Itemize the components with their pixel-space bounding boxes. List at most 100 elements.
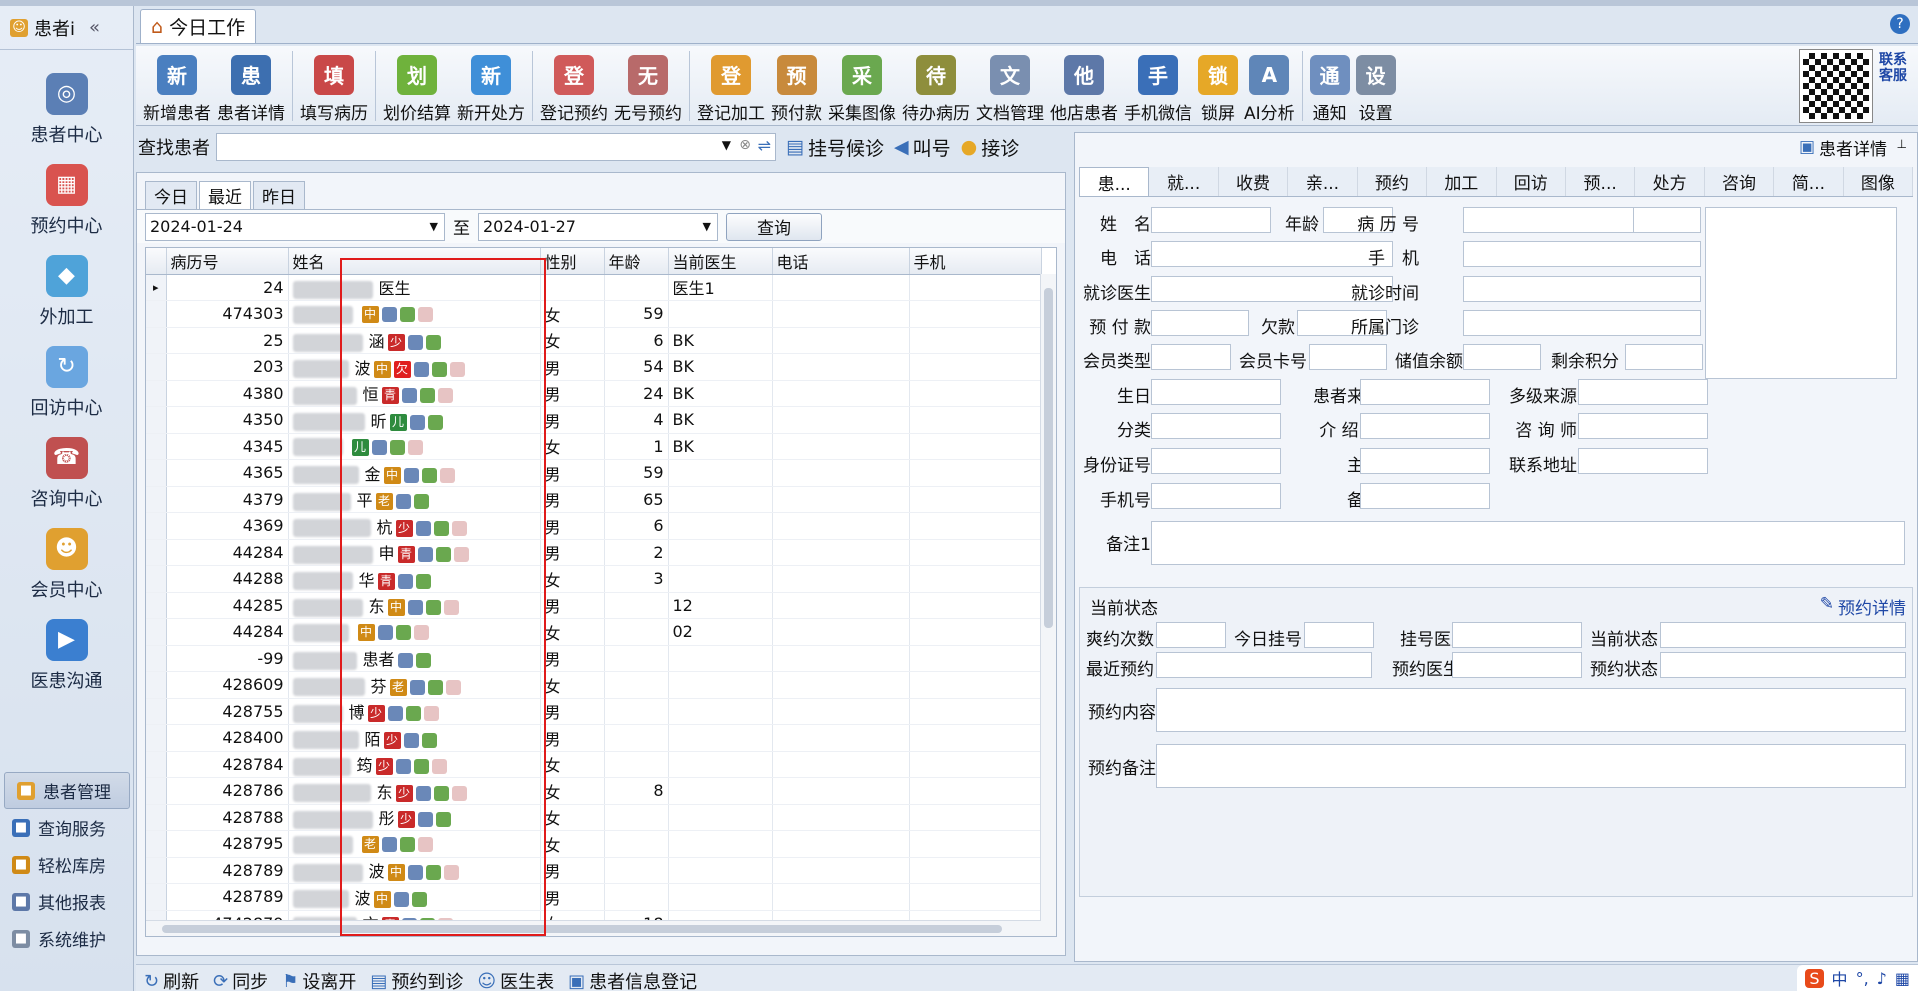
id-card-field[interactable] [1151,448,1281,474]
member-type-field[interactable] [1151,344,1231,370]
date-to-input[interactable]: 2024-01-27 ▼ [478,212,718,241]
table-row[interactable]: 474303 中女 59 [146,300,1042,328]
action-1[interactable]: ⟳ 同步 [213,968,268,991]
appt-doctor-field[interactable] [1452,652,1582,678]
call-button[interactable]: ◀ 叫号 [894,134,951,161]
recent-field[interactable] [1156,652,1372,678]
ime-toolbar[interactable]: S 中 °, ♪ ▦ [1797,965,1918,991]
detail-tab[interactable]: 收费 [1218,167,1289,196]
row-header[interactable] [146,883,167,911]
row-header[interactable] [146,830,167,858]
column-header[interactable]: 当前医生 [668,248,773,275]
address-field[interactable] [1578,448,1708,474]
toolbar-button[interactable]: A AI分析 [1241,48,1298,124]
consultant-field[interactable] [1578,413,1708,439]
tab-0[interactable]: 今日 [145,181,197,209]
row-header[interactable] [146,777,167,805]
tab-today-work[interactable]: ⌂ 今日工作 [140,9,257,43]
toolbar-button[interactable]: 锁锁屏 [1195,48,1241,124]
detail-tab[interactable]: 加工 [1427,167,1497,196]
toolbar-button[interactable]: 采采集图像 [825,48,899,124]
sidebar-module[interactable]: ■ 查询服务 [0,809,134,846]
row-header[interactable] [146,406,167,434]
row-header[interactable]: ▸ [146,274,167,301]
appt-status-field[interactable] [1660,652,1906,678]
scroll-thumb[interactable] [1044,288,1053,628]
queue-button[interactable]: ▤ 挂号候诊 [786,134,884,161]
row-header[interactable] [146,645,167,672]
sidebar-item[interactable]: ▶ 医患沟通 [0,610,133,701]
stored-balance-field[interactable] [1463,344,1541,370]
action-3[interactable]: ▤ 预约到诊 [370,968,463,991]
sex-field[interactable] [1633,207,1701,233]
table-row[interactable]: 4345 儿女 1 BK [146,433,1042,460]
toolbar-button[interactable]: 登登记预约 [537,48,611,124]
row-header[interactable] [146,592,167,619]
table-row[interactable]: 428795 老女 [146,830,1042,858]
sidebar-item[interactable]: ◆ 外加工 [0,246,133,337]
sidebar-module[interactable]: ■ 轻松库房 [0,846,134,883]
toolbar-button[interactable]: 新新开处方 [454,48,528,124]
search-input[interactable]: ▼ ⊗ ⇌ [216,133,776,161]
row-header[interactable] [146,724,167,752]
toolbar-button[interactable]: 文文档管理 [973,48,1047,124]
table-row[interactable]: 428788 彤少女 [146,804,1042,831]
row-header[interactable] [146,857,167,884]
table-row[interactable]: 4380 恒青男 24 BK [146,380,1042,407]
table-row[interactable]: 44284 申青男 2 [146,539,1042,566]
toolbar-button[interactable]: 登登记加工 [694,48,768,124]
detail-tab[interactable]: 咨询 [1704,167,1775,196]
grid-vertical-scrollbar[interactable] [1040,274,1056,936]
column-header[interactable]: 性别 [540,248,605,275]
action-4[interactable]: ☺ 医生表 [477,968,554,991]
toolbar-button[interactable]: 预预付款 [768,48,825,124]
chevron-down-icon[interactable]: ▼ [430,220,438,233]
row-header[interactable] [146,698,167,725]
mobile-no-field[interactable] [1151,483,1281,509]
toolbar-button[interactable]: 新新增患者 [140,48,214,124]
table-row[interactable]: 4350 昕儿男 4 BK [146,406,1042,434]
date-from-input[interactable]: 2024-01-24 ▼ [145,212,445,241]
row-header[interactable] [146,539,167,566]
table-row[interactable]: 44284 中女 02 [146,618,1042,646]
content-field[interactable] [1156,688,1906,732]
row-header[interactable] [146,565,167,593]
row-header[interactable] [146,751,167,778]
sidebar-module[interactable]: ■ 患者管理 [4,772,130,809]
row-header[interactable] [146,459,167,487]
column-header[interactable]: 电话 [772,248,910,275]
visit-time-field[interactable] [1463,276,1701,302]
sidebar-module[interactable]: ■ 其他报表 [0,883,134,920]
prepay-field[interactable] [1151,310,1249,336]
table-row[interactable]: 428789 波中男 [146,883,1042,911]
birthday-field[interactable] [1151,379,1281,405]
table-row[interactable]: 4365 金中男 59 [146,459,1042,487]
sidebar-item[interactable]: ↻ 回访中心 [0,337,133,428]
chevron-down-icon[interactable]: ▼ [722,138,731,152]
scroll-thumb[interactable] [162,925,1002,933]
clinic-field[interactable] [1463,310,1701,336]
detail-tab[interactable]: 简... [1774,167,1844,196]
row-header[interactable] [146,380,167,407]
table-row[interactable]: 44288 华青女 3 [146,565,1042,593]
toolbar-button[interactable]: 设设置 [1353,48,1399,124]
table-row[interactable]: 428755 博少男 [146,698,1042,725]
detail-tab[interactable]: 回访 [1496,167,1566,196]
mobile-field[interactable] [1463,241,1701,267]
chevron-down-icon[interactable]: ▼ [703,220,711,233]
today-reg-field[interactable] [1304,622,1374,648]
row-header[interactable] [146,804,167,831]
query-button[interactable]: 查询 [726,212,822,241]
category-field[interactable] [1151,413,1281,439]
row-header[interactable] [146,671,167,699]
appt-remark-field[interactable] [1156,744,1906,788]
help-icon[interactable]: ? [1890,14,1910,34]
sidebar-item[interactable]: ◎ 患者中心 [0,64,133,155]
detail-tab[interactable]: 就... [1149,167,1219,196]
table-row[interactable]: -99 患者男 [146,645,1042,672]
table-row[interactable]: 428789 波中男 [146,857,1042,884]
source-field[interactable] [1360,379,1490,405]
appointment-detail-link[interactable]: ✎ 预约详情 [1820,594,1906,619]
row-header[interactable] [146,486,167,513]
introducer-field[interactable] [1360,413,1490,439]
